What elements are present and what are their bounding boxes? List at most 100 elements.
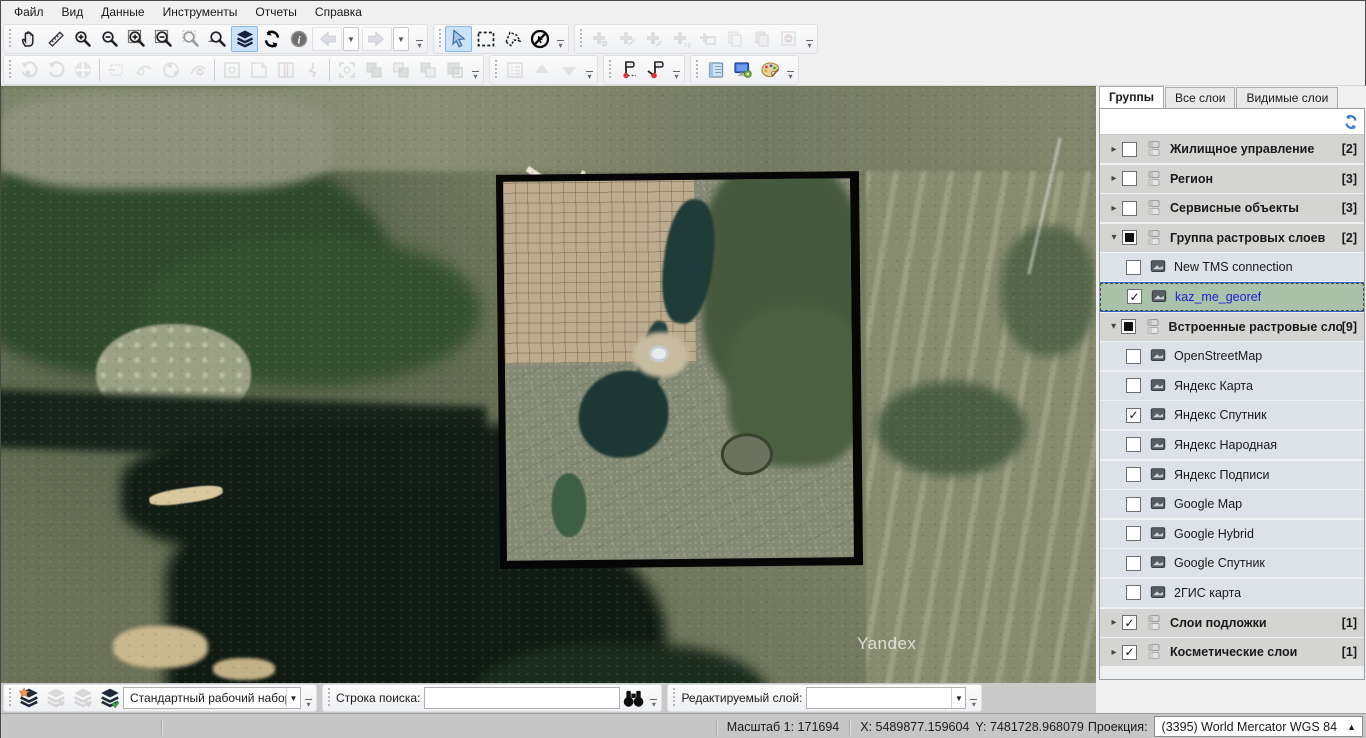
layer-row[interactable]: 2ГИС карта — [1100, 579, 1364, 607]
route-start-point-button[interactable] — [615, 57, 642, 83]
view-back-dropdown[interactable]: ▼ — [343, 27, 359, 51]
expander-collapsed-icon[interactable]: ▸ — [1106, 203, 1122, 214]
find-button[interactable] — [620, 685, 646, 711]
toolbar-overflow-button[interactable]: ▾ — [303, 685, 314, 711]
chevron-up-icon[interactable]: ▲ — [1337, 722, 1362, 732]
menu-файл[interactable]: Файл — [5, 3, 53, 21]
layer-checkbox-unchecked[interactable] — [1126, 260, 1141, 275]
layer-checkbox-unchecked[interactable] — [1126, 467, 1141, 482]
expander-expanded-icon[interactable]: ▾ — [1106, 232, 1122, 243]
select-rectangle-button[interactable] — [472, 26, 499, 52]
zoom-out-rect-button[interactable] — [150, 26, 177, 52]
toolbar-grip[interactable] — [694, 60, 699, 80]
toolbar-overflow-button[interactable]: ▾ — [414, 26, 425, 52]
select-tool-button[interactable] — [445, 26, 472, 52]
zoom-in-rect-button[interactable] — [123, 26, 150, 52]
workset-apply-button[interactable] — [96, 685, 123, 711]
toolbar-grip[interactable] — [671, 688, 676, 708]
chevron-down-icon[interactable]: ▼ — [286, 688, 300, 708]
tab-visible-layers[interactable]: Видимые слои — [1236, 87, 1338, 108]
layer-row[interactable]: New TMS connection — [1100, 253, 1364, 281]
toolbar-grip[interactable] — [437, 29, 442, 49]
style-editor-button[interactable] — [756, 57, 783, 83]
toolbar-grip[interactable] — [326, 688, 331, 708]
layer-row[interactable]: Яндекс Подписи — [1100, 461, 1364, 489]
layer-group-row[interactable]: ▸✓Слои подложки[1] — [1100, 609, 1364, 637]
layer-checkbox-unchecked[interactable] — [1122, 142, 1137, 157]
workset-dropdown[interactable]: Стандартный рабочий набор ▼ — [123, 687, 301, 709]
expander-collapsed-icon[interactable]: ▸ — [1106, 173, 1122, 184]
tab-groups[interactable]: Группы — [1099, 86, 1164, 108]
layer-group-row[interactable]: ▸✓Косметические слои[1] — [1100, 638, 1364, 666]
toolbar-grip[interactable] — [607, 60, 612, 80]
refresh-layers-button[interactable] — [1338, 110, 1364, 134]
layer-checkbox-unchecked[interactable] — [1126, 585, 1141, 600]
layer-row[interactable]: OpenStreetMap — [1100, 342, 1364, 370]
menu-справка[interactable]: Справка — [306, 3, 371, 21]
expander-collapsed-icon[interactable]: ▸ — [1106, 144, 1122, 155]
toolbar-grip[interactable] — [493, 60, 498, 80]
layer-checkbox-unchecked[interactable] — [1126, 556, 1141, 571]
toolbar-overflow-button[interactable]: ▾ — [785, 57, 796, 83]
toolbar-grip[interactable] — [578, 29, 583, 49]
toolbar-overflow-button[interactable]: ▾ — [555, 26, 566, 52]
edit-layer-dropdown[interactable]: ▼ — [806, 687, 966, 709]
expander-collapsed-icon[interactable]: ▸ — [1106, 647, 1122, 658]
layer-search-input[interactable] — [1100, 109, 1338, 134]
toolbar-grip[interactable] — [7, 60, 12, 80]
layer-checkbox-unchecked[interactable] — [1126, 437, 1141, 452]
layer-row[interactable]: Google Map — [1100, 490, 1364, 518]
zoom-in-button[interactable] — [69, 26, 96, 52]
clear-selection-button[interactable] — [526, 26, 553, 52]
system-settings-button[interactable] — [729, 57, 756, 83]
layer-group-row[interactable]: ▾Встроенные растровые слои[9] — [1100, 313, 1364, 341]
layer-checkbox-unchecked[interactable] — [1126, 497, 1141, 512]
toolbar-overflow-button[interactable]: ▾ — [968, 685, 979, 711]
workset-new-button[interactable] — [15, 685, 42, 711]
layer-group-row[interactable]: ▸Жилищное управление[2] — [1100, 135, 1364, 163]
layer-checkbox-unchecked[interactable] — [1122, 171, 1137, 186]
toolbar-overflow-button[interactable]: ▾ — [584, 57, 595, 83]
layer-row[interactable]: ✓Яндекс Спутник — [1100, 401, 1364, 429]
layer-row[interactable]: Google Спутник — [1100, 549, 1364, 577]
toolbar-overflow-button[interactable]: ▾ — [648, 685, 659, 711]
layer-checkbox-partial[interactable] — [1122, 230, 1137, 245]
measure-tool-button[interactable] — [42, 26, 69, 52]
view-forward-dropdown[interactable]: ▼ — [393, 27, 409, 51]
layers-panel-toggle-button[interactable] — [231, 26, 258, 52]
classifier-editor-button[interactable] — [702, 57, 729, 83]
layer-checkbox-unchecked[interactable] — [1122, 201, 1137, 216]
layer-row[interactable]: ✓kaz_me_georef — [1100, 283, 1364, 311]
expander-collapsed-icon[interactable]: ▸ — [1106, 617, 1122, 628]
layer-group-row[interactable]: ▸Сервисные объекты[3] — [1100, 194, 1364, 222]
map-canvas[interactable]: Yandex — [1, 86, 1096, 683]
toolbar-grip[interactable] — [7, 688, 12, 708]
layer-checkbox-checked[interactable]: ✓ — [1122, 615, 1137, 630]
layer-checkbox-unchecked[interactable] — [1126, 526, 1141, 541]
menu-вид[interactable]: Вид — [53, 3, 93, 21]
projection-dropdown[interactable]: (3395) World Mercator WGS 84 ▲ — [1154, 716, 1363, 737]
layer-checkbox-checked[interactable]: ✓ — [1127, 289, 1142, 304]
toolbar-overflow-button[interactable]: ▾ — [804, 26, 815, 52]
layer-group-row[interactable]: ▾Группа растровых слоев[2] — [1100, 224, 1364, 252]
chevron-down-icon[interactable]: ▼ — [951, 688, 965, 708]
select-polygon-button[interactable] — [499, 26, 526, 52]
layer-checkbox-partial[interactable] — [1121, 319, 1135, 334]
menu-инструменты[interactable]: Инструменты — [154, 3, 247, 21]
menu-отчеты[interactable]: Отчеты — [246, 3, 305, 21]
route-end-point-button[interactable] — [642, 57, 669, 83]
zoom-full-extent-button[interactable] — [204, 26, 231, 52]
search-string-input[interactable] — [424, 687, 620, 709]
tab-all-layers[interactable]: Все слои — [1165, 87, 1236, 108]
refresh-map-button[interactable] — [258, 26, 285, 52]
expander-expanded-icon[interactable]: ▾ — [1106, 321, 1121, 332]
toolbar-overflow-button[interactable]: ▾ — [470, 57, 481, 83]
toolbar-overflow-button[interactable]: ▾ — [671, 57, 682, 83]
pan-tool-button[interactable] — [15, 26, 42, 52]
layer-checkbox-unchecked[interactable] — [1126, 349, 1141, 364]
zoom-out-button[interactable] — [96, 26, 123, 52]
layer-row[interactable]: Яндекс Карта — [1100, 372, 1364, 400]
toolbar-grip[interactable] — [7, 29, 12, 49]
layer-row[interactable]: Google Hybrid — [1100, 520, 1364, 548]
object-info-button[interactable]: i — [285, 26, 312, 52]
